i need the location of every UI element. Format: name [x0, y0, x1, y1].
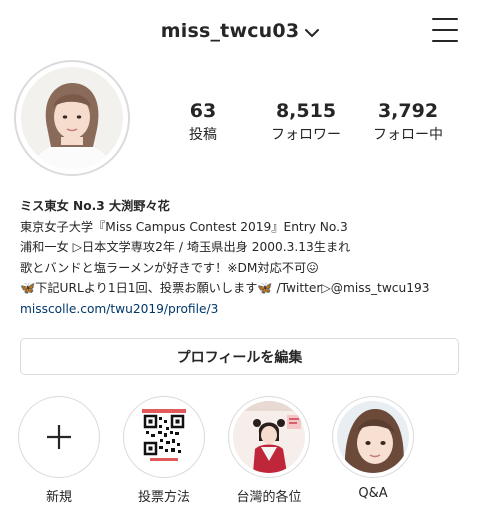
- highlight-label: Q&A: [358, 486, 388, 501]
- highlight-taiwan[interactable]: 台灣的各位: [227, 396, 311, 505]
- stat-posts[interactable]: 63 投稿: [148, 100, 258, 144]
- edit-profile-button[interactable]: プロフィールを編集: [20, 338, 459, 375]
- chevron-down-icon: [305, 21, 320, 43]
- display-name: ミス東女 No.3 大渕野々花: [20, 199, 170, 213]
- posts-label: 投稿: [189, 127, 217, 143]
- bio-line: 🦋下記URLより1日1回、投票お願いします🦋 /Twitter▷@miss_tw…: [20, 281, 430, 295]
- highlight-voting[interactable]: 投票方法: [122, 396, 206, 505]
- qr-code-icon: [128, 401, 200, 473]
- top-bar: miss_twcu03: [0, 0, 480, 62]
- highlight-label: 台灣的各位: [236, 490, 302, 505]
- menu-icon[interactable]: [432, 18, 458, 42]
- bio-line: 東京女子大学『Miss Campus Contest 2019』Entry No…: [20, 219, 348, 234]
- followers-count: 8,515: [275, 100, 337, 122]
- posts-count: 63: [189, 100, 217, 122]
- profile-bio: ミス東女 No.3 大渕野々花 東京女子大学『Miss Campus Conte…: [20, 196, 465, 319]
- highlight-ring: [123, 396, 205, 478]
- profile-avatar[interactable]: [14, 60, 130, 176]
- bio-line: 浦和一女 ▷日本文学専攻2年 / 埼玉県出身 2000.3.13生まれ: [20, 240, 351, 254]
- avatar-photo: [21, 67, 123, 169]
- highlight-qa[interactable]: Q&A: [331, 396, 415, 501]
- bio-line: 歌とバンドと塩ラーメンが好きです！※DM対応不可😖: [20, 260, 319, 275]
- plus-icon: [19, 397, 99, 477]
- photo-icon: [233, 401, 305, 473]
- stat-following[interactable]: 3,792 フォロー中: [353, 100, 463, 144]
- highlight-new[interactable]: 新規: [17, 396, 101, 505]
- following-label: フォロー中: [373, 127, 443, 143]
- followers-label: フォロワー: [271, 127, 341, 143]
- account-switcher[interactable]: miss_twcu03: [0, 20, 480, 43]
- highlight-ring: [228, 396, 310, 478]
- highlight-ring: [18, 396, 100, 478]
- username: miss_twcu03: [160, 20, 300, 42]
- highlight-label: 新規: [45, 490, 72, 505]
- highlight-ring: [332, 396, 414, 478]
- following-count: 3,792: [377, 100, 439, 122]
- highlight-label: 投票方法: [137, 490, 190, 505]
- profile-link[interactable]: misscolle.com/twu2019/profile/3: [20, 299, 465, 320]
- stat-followers[interactable]: 8,515 フォロワー: [251, 100, 361, 144]
- photo-icon: [337, 401, 409, 473]
